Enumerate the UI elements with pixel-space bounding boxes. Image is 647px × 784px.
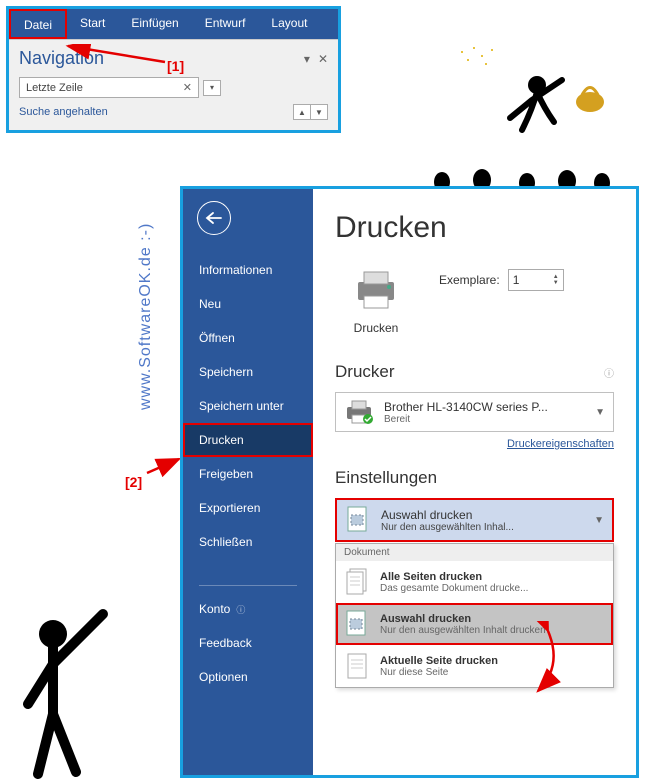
annotation-marker-2: [2] xyxy=(125,474,142,490)
document-stack-icon xyxy=(344,567,370,597)
clear-search-icon[interactable]: ✕ xyxy=(183,81,192,94)
prev-result-button[interactable]: ▲ xyxy=(293,104,311,120)
decorative-figures xyxy=(382,40,632,200)
sidebar-item-informationen[interactable]: Informationen xyxy=(183,253,313,287)
navigation-title: Navigation xyxy=(19,48,104,69)
annotation-arrow-2 xyxy=(145,455,185,477)
annotation-marker-1: [1] xyxy=(167,58,184,74)
back-button[interactable] xyxy=(197,201,231,235)
option-label: Aktuelle Seite drucken xyxy=(380,655,498,667)
nav-collapse-icon[interactable]: ▾ xyxy=(304,52,310,66)
dropdown-group-label: Dokument xyxy=(336,544,613,561)
back-arrow-icon xyxy=(205,211,223,225)
tab-start[interactable]: Start xyxy=(67,9,118,39)
search-value: Letzte Zeile xyxy=(26,82,83,94)
option-label: Alle Seiten drucken xyxy=(380,571,528,583)
copies-input[interactable]: 1 ▲ ▼ xyxy=(508,269,564,291)
printer-small-icon xyxy=(344,399,374,425)
option-sub: Nur den ausgewählten Inhalt drucken xyxy=(380,625,546,636)
chevron-down-icon: ▼ xyxy=(594,515,604,526)
copies-down-icon[interactable]: ▼ xyxy=(553,280,559,286)
sidebar-item-konto[interactable]: Konto xyxy=(183,592,313,626)
printer-status: Bereit xyxy=(384,414,585,425)
copies-label: Exemplare: xyxy=(439,273,500,287)
nav-close-icon[interactable]: ✕ xyxy=(318,52,328,66)
option-aktuelle-seite-drucken[interactable]: Aktuelle Seite drucken Nur diese Seite xyxy=(336,645,613,687)
sidebar-item-drucken[interactable]: Drucken xyxy=(183,423,313,457)
printer-section-header: Drucker xyxy=(335,362,395,382)
option-label: Auswahl drucken xyxy=(380,613,546,625)
sidebar-item-speichern[interactable]: Speichern xyxy=(183,355,313,389)
sidebar-item-feedback[interactable]: Feedback xyxy=(183,626,313,660)
search-status: Suche angehalten xyxy=(19,106,108,118)
sidebar-item-optionen[interactable]: Optionen xyxy=(183,660,313,694)
print-button-label: Drucken xyxy=(340,321,412,335)
print-what-selector[interactable]: Auswahl drucken Nur den ausgewählten Inh… xyxy=(335,498,614,542)
backstage-view: Informationen Neu Öffnen Speichern Speic… xyxy=(180,186,639,778)
search-dropdown-icon[interactable]: ▾ xyxy=(203,80,221,96)
option-auswahl-drucken[interactable]: Auswahl drucken Nur den ausgewählten Inh… xyxy=(336,603,613,645)
print-button[interactable]: Drucken xyxy=(335,263,417,340)
tab-layout[interactable]: Layout xyxy=(258,9,320,39)
printer-name: Brother HL-3140CW series P... xyxy=(384,400,585,414)
ribbon-tabs: Datei Start Einfügen Entwurf Layout xyxy=(9,9,338,39)
copies-value: 1 xyxy=(513,273,520,287)
sidebar-item-exportieren[interactable]: Exportieren xyxy=(183,491,313,525)
settings-section-header: Einstellungen xyxy=(335,468,437,488)
print-what-dropdown: Dokument Alle Seiten drucken Das gesamte… xyxy=(335,543,614,688)
decorative-pointing-figure xyxy=(8,584,138,784)
printer-properties-link[interactable]: Druckereigenschaften xyxy=(335,438,614,450)
info-icon[interactable]: ⓘ xyxy=(604,365,614,380)
option-sub: Das gesamte Dokument drucke... xyxy=(380,583,528,594)
navigation-search-input[interactable]: Letzte Zeile ✕ xyxy=(19,77,199,98)
sidebar-item-speichern-unter[interactable]: Speichern unter xyxy=(183,389,313,423)
printer-selector[interactable]: Brother HL-3140CW series P... Bereit ▼ xyxy=(335,392,614,432)
document-selection-icon xyxy=(344,609,370,639)
sidebar-item-schliessen[interactable]: Schließen xyxy=(183,525,313,559)
tab-entwurf[interactable]: Entwurf xyxy=(192,9,259,39)
page-title: Drucken xyxy=(335,211,614,245)
document-page-icon xyxy=(344,651,370,681)
navigation-pane: Navigation ▾ ✕ Letzte Zeile ✕ ▾ Suche an… xyxy=(9,39,338,130)
next-result-button[interactable]: ▼ xyxy=(310,104,328,120)
backstage-sidebar: Informationen Neu Öffnen Speichern Speic… xyxy=(183,189,313,775)
selected-option-sub: Nur den ausgewählten Inhal... xyxy=(381,522,584,533)
watermark-text: www.SoftwareOK.de :-) xyxy=(137,223,155,410)
sidebar-item-freigeben[interactable]: Freigeben xyxy=(183,457,313,491)
chevron-down-icon: ▼ xyxy=(595,407,605,418)
print-panel: Drucken Drucken Exemplare: 1 ▲ ▼ xyxy=(313,189,636,775)
document-selection-icon xyxy=(345,505,371,535)
tab-einfuegen[interactable]: Einfügen xyxy=(118,9,191,39)
option-alle-seiten-drucken[interactable]: Alle Seiten drucken Das gesamte Dokument… xyxy=(336,561,613,603)
selected-option-label: Auswahl drucken xyxy=(381,508,584,522)
printer-icon xyxy=(352,268,400,312)
sidebar-item-oeffnen[interactable]: Öffnen xyxy=(183,321,313,355)
option-sub: Nur diese Seite xyxy=(380,667,498,678)
tab-datei[interactable]: Datei xyxy=(9,9,67,39)
sidebar-item-neu[interactable]: Neu xyxy=(183,287,313,321)
